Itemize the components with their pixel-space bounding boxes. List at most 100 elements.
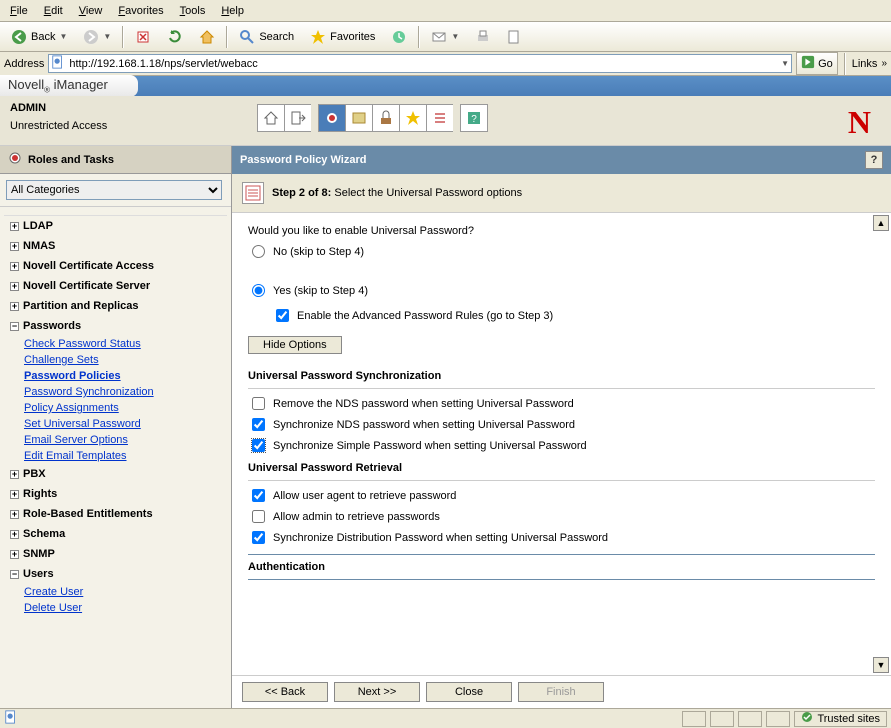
menu-file[interactable]: File [2, 2, 36, 20]
expand-icon[interactable]: + [10, 282, 19, 291]
dropdown-icon: ▼ [451, 32, 459, 41]
home-button[interactable] [192, 25, 222, 49]
tree-item-rights[interactable]: + Rights [4, 484, 227, 504]
radio-no[interactable] [252, 245, 265, 258]
tree-item-ldap[interactable]: +LDAP [4, 216, 227, 236]
tree-label: Rights [23, 488, 57, 500]
checkbox-retr-opts-0[interactable] [252, 489, 265, 502]
list-tab[interactable] [426, 104, 454, 132]
tree-item-snmp[interactable]: +SNMP [4, 544, 227, 564]
menu-help[interactable]: Help [213, 2, 252, 20]
link-create-user[interactable]: Create User [24, 584, 227, 600]
stop-button[interactable] [128, 25, 158, 49]
view-tab[interactable] [345, 104, 373, 132]
help-tab[interactable]: ? [460, 104, 488, 132]
exit-tab[interactable] [284, 104, 312, 132]
expand-icon[interactable]: + [10, 490, 19, 499]
checkbox-sync-opts-1[interactable] [252, 418, 265, 431]
tree-item-novell-certificate-server[interactable]: +Novell Certificate Server [4, 276, 227, 296]
category-select[interactable]: All Categories [6, 180, 222, 200]
hide-options-button[interactable]: Hide Options [248, 336, 342, 354]
expand-icon[interactable]: + [10, 530, 19, 539]
favorites-tab[interactable] [399, 104, 427, 132]
collapse-icon[interactable]: − [10, 570, 19, 579]
address-label: Address [4, 58, 44, 70]
chevron-right-icon[interactable]: » [881, 58, 887, 69]
history-button[interactable] [384, 25, 414, 49]
favorites-button[interactable]: Favorites [303, 25, 382, 49]
expand-icon[interactable]: + [10, 510, 19, 519]
expand-icon[interactable]: + [10, 302, 19, 311]
tree-item-novell-certificate-access[interactable]: +Novell Certificate Access [4, 256, 227, 276]
go-button[interactable]: Go [796, 52, 838, 75]
admin-label: ADMIN [10, 102, 230, 114]
expand-icon[interactable]: + [10, 470, 19, 479]
tree-item-schema[interactable]: + Schema [4, 524, 227, 544]
tree-item-partition-and-replicas[interactable]: + Partition and Replicas [4, 296, 227, 316]
star-icon [310, 29, 326, 45]
expand-icon[interactable]: + [10, 262, 19, 271]
close-button[interactable]: Close [426, 682, 512, 702]
scroll-up-button[interactable]: ▲ [873, 215, 889, 231]
tree-item-role-based-entitlements[interactable]: + Role-Based Entitlements [4, 504, 227, 524]
mail-button[interactable]: ▼ [424, 25, 466, 49]
link-edit-email-templates[interactable]: Edit Email Templates [24, 448, 227, 464]
sidebar-title: Roles and Tasks [28, 154, 114, 166]
help-button[interactable]: ? [865, 151, 883, 169]
checkbox-sync-opts-0[interactable] [252, 397, 265, 410]
link-policy-assignments[interactable]: Policy Assignments [24, 400, 227, 416]
print-button[interactable] [468, 25, 498, 49]
checkbox-retr-opts-1[interactable] [252, 510, 265, 523]
radio-yes[interactable] [252, 284, 265, 297]
browser-toolbar: Back ▼ ▼ Search Favorites ▼ [0, 22, 891, 52]
edit-icon [507, 29, 523, 45]
link-password-policies[interactable]: Password Policies [24, 368, 227, 384]
menu-view[interactable]: View [71, 2, 111, 20]
status-page-icon [4, 710, 18, 727]
config-tab[interactable] [372, 104, 400, 132]
next-button[interactable]: Next >> [334, 682, 420, 702]
link-challenge-sets[interactable]: Challenge Sets [24, 352, 227, 368]
menu-tools[interactable]: Tools [172, 2, 214, 20]
links-label[interactable]: Links [852, 58, 878, 70]
refresh-button[interactable] [160, 25, 190, 49]
tree-item-passwords[interactable]: −Passwords [4, 316, 227, 336]
back-button[interactable]: << Back [242, 682, 328, 702]
expand-icon[interactable]: + [10, 222, 19, 231]
roles-tab[interactable] [318, 104, 346, 132]
checkbox-retr-opts-2[interactable] [252, 531, 265, 544]
link-email-server-options[interactable]: Email Server Options [24, 432, 227, 448]
tree-label: Role-Based Entitlements [23, 508, 153, 520]
menu-favorites[interactable]: Favorites [110, 2, 171, 20]
scroll-down-button[interactable]: ▼ [873, 657, 889, 673]
expand-icon[interactable]: + [10, 550, 19, 559]
collapse-icon[interactable]: − [10, 322, 19, 331]
link-check-password-status[interactable]: Check Password Status [24, 336, 227, 352]
tree-item-pbx[interactable]: +PBX [4, 464, 227, 484]
back-button[interactable]: Back ▼ [4, 25, 74, 49]
check-advanced[interactable] [276, 309, 289, 322]
tree-label: Schema [23, 528, 65, 540]
checkbox-sync-opts-2[interactable] [252, 439, 265, 452]
dropdown-icon[interactable]: ▼ [781, 59, 789, 68]
forward-button[interactable]: ▼ [76, 25, 118, 49]
address-input[interactable] [69, 58, 777, 70]
home-tab[interactable] [257, 104, 285, 132]
link-set-universal-password[interactable]: Set Universal Password [24, 416, 227, 432]
trusted-sites: Trusted sites [794, 711, 887, 727]
brand: Novell® iManager [0, 75, 138, 97]
finish-button[interactable]: Finish [518, 682, 604, 702]
edit-button[interactable] [500, 25, 530, 49]
link-password-synchronization[interactable]: Password Synchronization [24, 384, 227, 400]
tree-item-users[interactable]: −Users [4, 564, 227, 584]
tree-item-nmas[interactable]: +NMAS [4, 236, 227, 256]
sidebar-tree[interactable]: +LDAP+NMAS+Novell Certificate Access+Nov… [0, 206, 231, 708]
brand-name: Novell [8, 77, 44, 92]
link-delete-user[interactable]: Delete User [24, 600, 227, 616]
search-icon [239, 29, 255, 45]
search-button[interactable]: Search [232, 25, 301, 49]
tree-label: Partition and Replicas [23, 300, 139, 312]
menu-edit[interactable]: Edit [36, 2, 71, 20]
favorites-label: Favorites [330, 31, 375, 43]
expand-icon[interactable]: + [10, 242, 19, 251]
